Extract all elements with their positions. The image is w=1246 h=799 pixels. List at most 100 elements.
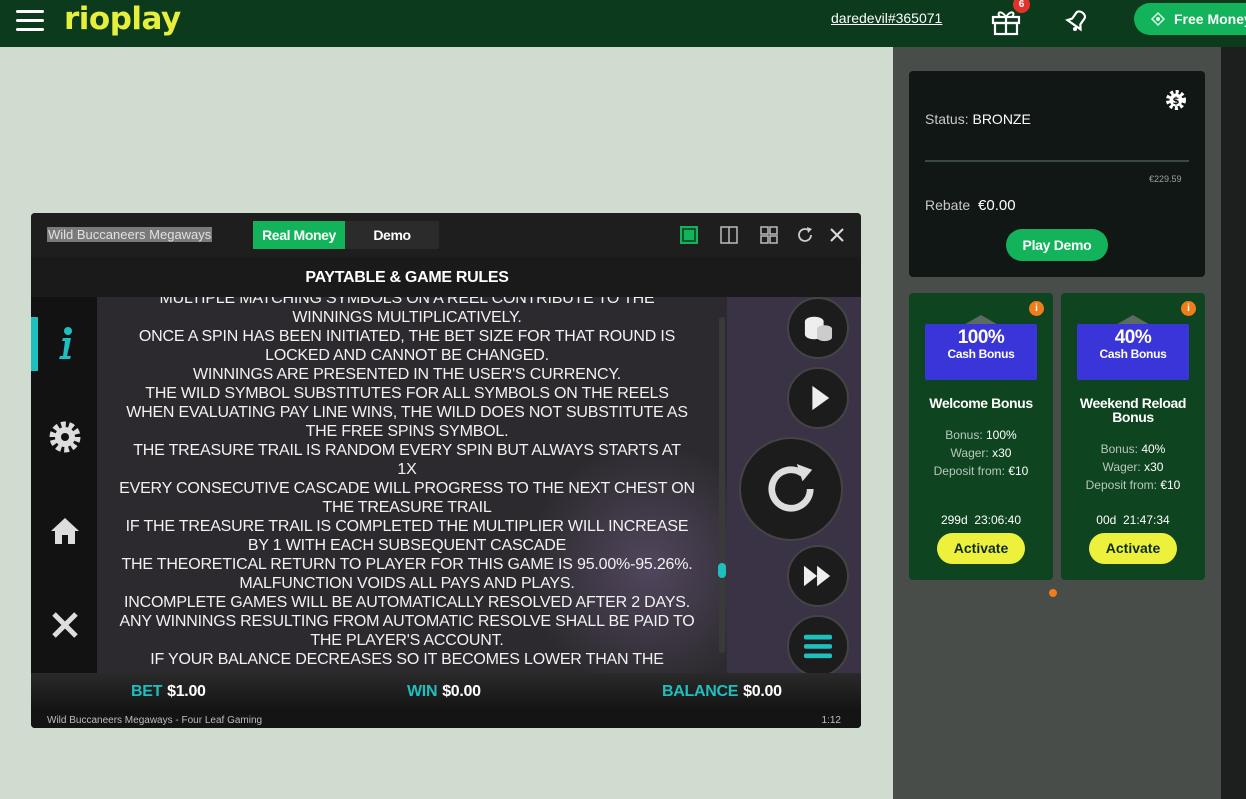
win-label: WIN	[407, 683, 438, 700]
bonus-badge-sub: Cash Bonus	[947, 347, 1015, 361]
free-money-button[interactable]: Free Money	[1134, 3, 1246, 35]
real-money-tab[interactable]: Real Money	[253, 221, 345, 249]
rules-line: WINNINGS MULTIPLICATIVELY.	[292, 309, 522, 326]
mode-toggle: Real Money Demo	[253, 221, 439, 249]
bonus-name: Weekend Reload Bonus	[1079, 395, 1187, 425]
win-value: $0.00	[442, 683, 481, 700]
rail-active-indicator	[31, 317, 38, 371]
paytable-title: PAYTABLE & GAME RULES	[305, 269, 509, 286]
rules-line: EVERY CONSECUTIVE CASCADE WILL PROGRESS …	[119, 480, 695, 497]
info-icon[interactable]: i	[1181, 301, 1196, 316]
status-value: BRONZE	[972, 111, 1031, 127]
game-footer: Wild Buccaneers Megaways - Four Leaf Gam…	[31, 713, 861, 728]
spin-icon[interactable]	[739, 437, 843, 541]
bonus-badge-percent: 100%	[957, 327, 1005, 348]
wager-label: Wager:	[1102, 460, 1141, 474]
close-icon[interactable]	[827, 225, 847, 245]
bonus-timer: 299d 23:06:40	[940, 513, 1022, 527]
gift-count-badge: 6	[1013, 0, 1030, 13]
status-text: Status: BRONZE	[925, 111, 1031, 127]
settings-icon[interactable]	[45, 417, 85, 457]
rules-line: LOCKED AND CANNOT BE CHANGED.	[265, 347, 549, 364]
rules-line: MALFUNCTION VOIDS ALL PAYS AND PLAYS.	[239, 575, 575, 592]
bet-label: BET	[131, 683, 163, 700]
rules-line: WINNINGS ARE PRESENTED IN THE USER'S CUR…	[192, 366, 621, 383]
rules-line: WHEN EVALUATING PAY LINE WINS, THE WILD …	[126, 404, 688, 421]
rules-line: THE TREASURE TRAIL IS RANDOM EVERY SPIN …	[133, 442, 681, 459]
wager-value: x30	[1144, 460, 1164, 474]
rules-line: IF YOUR BALANCE DECREASES SO IT BECOMES …	[150, 651, 664, 668]
bonus-card-welcome: i 100% Cash Bonus Welcome Bonus Bonus: 1…	[909, 293, 1053, 580]
status-label: Status:	[925, 111, 969, 127]
game-header: Wild Buccaneers Megaways Real Money Demo	[31, 213, 861, 257]
rules-line: ANY WINNINGS RESULTING FROM AUTOMATIC RE…	[119, 613, 695, 630]
free-money-icon	[1150, 11, 1166, 27]
deposit-label: Deposit from:	[933, 464, 1005, 478]
bonus-badge-sub: Cash Bonus	[1099, 347, 1167, 361]
refresh-icon[interactable]	[795, 225, 815, 245]
svg-text:$: $	[1173, 96, 1180, 107]
carousel-dot[interactable]	[1049, 589, 1057, 597]
menu-icon[interactable]	[16, 10, 44, 32]
menu-lines-icon[interactable]	[787, 615, 849, 677]
wager-value: x30	[992, 446, 1012, 460]
rebate-row: Rebate €0.00	[925, 197, 1016, 214]
bonus-badge: 100% Cash Bonus	[925, 324, 1037, 380]
deposit-value: €10	[1160, 478, 1181, 492]
rules-line: ONCE A SPIN HAS BEEN INITIATED, THE BET …	[138, 328, 676, 345]
info-icon[interactable]	[45, 323, 85, 363]
far-right-strip	[1221, 47, 1246, 799]
bonus-label: Bonus:	[945, 428, 983, 442]
balance-label: BALANCE	[662, 683, 739, 700]
gear-dollar-icon[interactable]: $	[1165, 89, 1187, 111]
status-progress-value: €229.59	[1149, 174, 1182, 184]
bonus-value: 40%	[1141, 442, 1166, 456]
logo[interactable]: rioplay	[64, 1, 181, 37]
bottom-bar: BET $1.00 WIN $0.00 BALANCE $0.00	[31, 673, 861, 713]
rules-text: MULTIPLE MATCHING SYMBOLS ON A REEL CONT…	[97, 297, 717, 669]
bonus-label: Bonus:	[1100, 442, 1138, 456]
activate-button[interactable]: Activate	[1089, 533, 1177, 564]
rules-line: IF THE TREASURE TRAIL IS COMPLETED THE M…	[125, 518, 689, 535]
fast-forward-icon[interactable]	[787, 545, 849, 607]
home-icon[interactable]	[45, 511, 85, 551]
rebate-value: €0.00	[978, 197, 1016, 214]
activate-button[interactable]: Activate	[937, 533, 1025, 564]
balance-value: $0.00	[743, 683, 782, 700]
bonus-details: Bonus: 100% Wager: x30 Deposit from: €10	[909, 426, 1053, 480]
coins-icon[interactable]	[787, 297, 849, 359]
rules-line: MULTIPLE MATCHING SYMBOLS ON A REEL CONT…	[159, 297, 655, 307]
bonus-value: 100%	[986, 428, 1017, 442]
status-progress-bar	[925, 160, 1189, 162]
bet-value: $1.00	[167, 683, 206, 700]
bonus-badge-percent: 40%	[1114, 327, 1152, 348]
scrollbar-thumb[interactable]	[718, 563, 726, 578]
demo-tab[interactable]: Demo	[345, 221, 439, 249]
rules-line: INCOMPLETE GAMES WILL BE AUTOMATICALLY R…	[123, 594, 691, 611]
left-rail	[31, 297, 97, 673]
deposit-value: €10	[1008, 464, 1029, 478]
username-link[interactable]: daredevil#365071	[831, 10, 942, 26]
balance-display: BALANCE $0.00	[662, 683, 782, 701]
info-icon[interactable]: i	[1029, 301, 1044, 316]
win-display: WIN $0.00	[407, 683, 481, 701]
wager-label: Wager:	[950, 446, 989, 460]
scrollbar-track[interactable]	[719, 317, 725, 653]
split-icon[interactable]	[719, 225, 739, 245]
exit-icon[interactable]	[45, 605, 85, 645]
footer-provider: Wild Buccaneers Megaways - Four Leaf Gam…	[47, 715, 263, 726]
rules-line: THE TREASURE TRAIL	[322, 499, 492, 516]
grid-icon[interactable]	[759, 225, 779, 245]
deposit-label: Deposit from:	[1085, 478, 1157, 492]
fullscreen-icon[interactable]	[679, 225, 699, 245]
bonus-name: Welcome Bonus	[929, 395, 1033, 411]
play-demo-button[interactable]: Play Demo	[1006, 229, 1108, 261]
rules-line: BY 1 WITH EACH SUBSEQUENT CASCADE	[247, 537, 567, 554]
game-controls	[727, 297, 861, 677]
play-icon[interactable]	[787, 367, 849, 429]
rules-line: THE WILD SYMBOL SUBSTITUTES FOR ALL SYMB…	[145, 385, 669, 402]
bell-icon[interactable]	[1063, 4, 1093, 34]
rules-area[interactable]: MULTIPLE MATCHING SYMBOLS ON A REEL CONT…	[97, 297, 727, 673]
rules-line: 1X	[397, 461, 417, 478]
bet-display[interactable]: BET $1.00	[131, 683, 206, 701]
